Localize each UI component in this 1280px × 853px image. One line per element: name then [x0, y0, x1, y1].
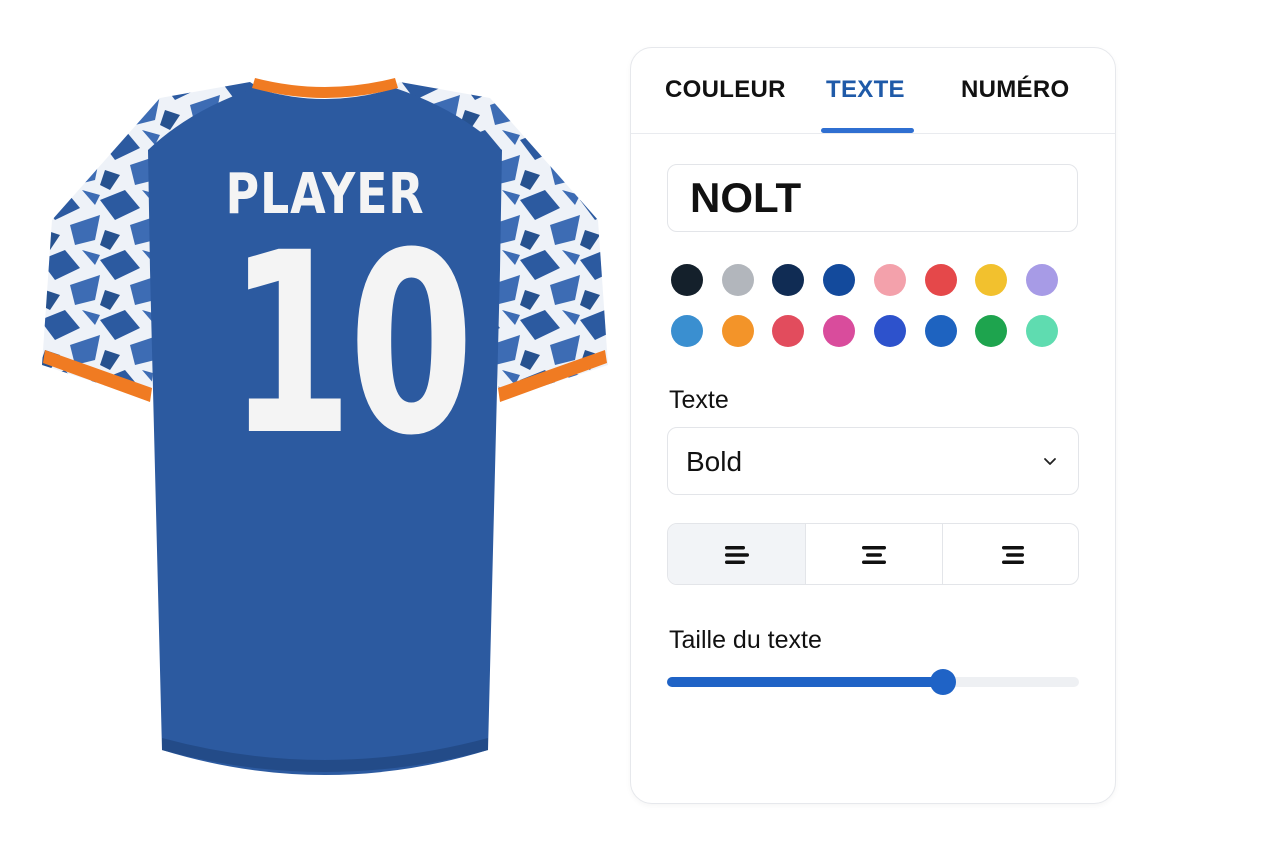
color-swatch[interactable] — [671, 264, 703, 296]
font-select-value: Bold — [686, 446, 743, 477]
align-right-button[interactable] — [943, 524, 1078, 584]
color-swatch[interactable] — [721, 315, 754, 347]
text-size-slider-fill — [667, 677, 944, 687]
chevron-down-icon — [1044, 458, 1056, 465]
color-swatch[interactable] — [721, 264, 754, 296]
color-swatch[interactable] — [772, 315, 805, 347]
tab-texte[interactable]: TEXTE — [826, 76, 905, 104]
align-right-icon — [1001, 546, 1024, 564]
text-size-slider-thumb[interactable] — [930, 669, 957, 695]
active-tab-indicator — [821, 128, 914, 133]
color-swatch[interactable] — [975, 315, 1008, 347]
customization-panel: COULEUR TEXTE NUMÉRO Texte Bold — [630, 47, 1116, 804]
color-swatch[interactable] — [671, 315, 703, 347]
align-left-icon — [724, 546, 749, 564]
font-label: Texte — [669, 386, 729, 414]
color-swatch[interactable] — [873, 315, 906, 347]
color-swatch[interactable] — [924, 264, 957, 296]
text-size-label: Taille du texte — [669, 626, 822, 654]
text-alignment-group — [667, 523, 1079, 585]
color-swatch[interactable] — [1025, 315, 1058, 347]
color-swatch[interactable] — [924, 315, 957, 347]
align-left-button[interactable] — [668, 524, 806, 584]
tab-numero[interactable]: NUMÉRO — [961, 76, 1069, 104]
color-swatch[interactable] — [975, 264, 1008, 296]
jersey-preview: PLAYER 10 — [40, 70, 610, 800]
name-text-input[interactable] — [667, 164, 1078, 232]
tab-bar: COULEUR TEXTE NUMÉRO — [631, 48, 1115, 134]
text-size-slider[interactable] — [667, 669, 1079, 695]
align-center-button[interactable] — [806, 524, 943, 584]
color-swatch[interactable] — [873, 264, 906, 296]
tab-couleur[interactable]: COULEUR — [665, 76, 786, 104]
color-swatch[interactable] — [823, 315, 856, 347]
align-center-icon — [862, 546, 886, 564]
color-swatch[interactable] — [823, 264, 856, 296]
font-select[interactable]: Bold — [667, 427, 1079, 495]
color-swatch[interactable] — [1025, 264, 1058, 296]
color-swatch[interactable] — [772, 264, 805, 296]
jersey-number-text: 10 — [227, 199, 474, 490]
